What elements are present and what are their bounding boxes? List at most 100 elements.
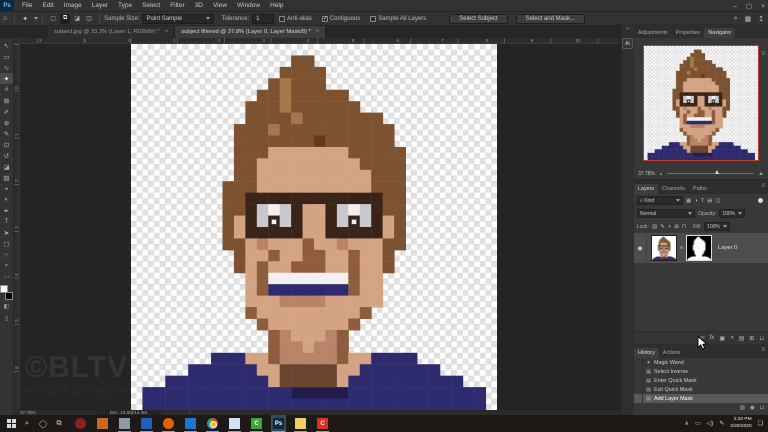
lock-pixels-icon[interactable]: ✎ (660, 224, 665, 230)
option-checkbox[interactable]: Sample All Layers (370, 15, 426, 22)
slider-thumb[interactable] (714, 170, 719, 174)
filter-pixel-layers-icon[interactable]: ▦ (686, 198, 691, 204)
app-orange-tile[interactable] (95, 415, 110, 432)
app-windows-gray[interactable] (117, 415, 132, 432)
panel-tab[interactable]: Adjustments (634, 28, 672, 38)
history-state-row[interactable]: ▤ Exit Quick Mask (634, 385, 768, 394)
lock-artboard-icon[interactable]: ⊞ (674, 224, 679, 230)
layer-filter-select[interactable]: ⌕ Kind (637, 196, 683, 205)
menu-item[interactable]: Select (137, 0, 165, 12)
new-layer-icon[interactable]: ⊞ (749, 335, 754, 342)
zoom-in-mountain-icon[interactable]: ▲ (758, 171, 764, 177)
move-tool[interactable]: ↖ (0, 40, 13, 51)
minimize-button[interactable]: – (733, 3, 737, 10)
panel-tab[interactable]: Channels (658, 184, 689, 194)
new-selection-mode[interactable]: ▢ (48, 14, 58, 24)
menu-item[interactable]: Type (113, 0, 137, 12)
layer-row[interactable]: ◉ ∞ Layer 0 (634, 233, 768, 263)
lasso-tool[interactable]: ∿ (0, 62, 13, 73)
filter-adjustment-layers-icon[interactable]: ◑ (694, 198, 697, 204)
new-adjustment-layer-icon[interactable]: ◑ (730, 335, 734, 341)
menu-item[interactable]: 3D (190, 0, 208, 12)
panel-tab[interactable]: History (634, 348, 659, 358)
option-checkbox[interactable]: Anti-alias (279, 15, 312, 22)
menu-item[interactable]: Filter (165, 0, 189, 12)
history-state-row[interactable]: ▤ Select Inverse (634, 367, 768, 376)
filter-smart-objects-icon[interactable]: ◫ (715, 198, 720, 204)
history-snapshot-gutter[interactable] (634, 394, 643, 403)
select-and-mask-button[interactable]: Select and Mask... (515, 13, 585, 24)
filter-shape-layers-icon[interactable]: ▤ (707, 198, 712, 204)
tray-chevron-icon[interactable]: ∧ (685, 420, 689, 427)
history-state-row[interactable]: ▤ Add Layer Mask (634, 394, 768, 403)
workspace-switcher-icon[interactable]: ▦ (745, 15, 752, 23)
eyedropper-tool[interactable]: ✐ (0, 106, 13, 117)
hand-tool[interactable]: ☞ (0, 249, 13, 260)
app-green-c[interactable]: C (249, 415, 264, 432)
layer-name[interactable]: Layer 0 (718, 245, 737, 251)
panel-tab[interactable]: Navigator (704, 28, 736, 38)
tolerance-input[interactable]: 1 (252, 13, 275, 24)
history-snapshot-gutter[interactable] (634, 376, 643, 385)
action-center-icon[interactable]: ❑ (758, 420, 763, 427)
tray-network-icon[interactable]: ▭ (695, 420, 701, 427)
history-state-row[interactable]: ✦ Magic Wand (634, 358, 768, 367)
menu-item[interactable]: Help (265, 0, 288, 12)
app-blue-tile[interactable] (139, 415, 154, 432)
history-brush-tool[interactable]: ↺ (0, 150, 13, 161)
app-red-c[interactable]: C (315, 415, 330, 432)
new-snapshot-icon[interactable]: ◉ (750, 405, 755, 411)
panel-tab[interactable]: Paths (689, 184, 711, 194)
option-checkbox[interactable]: Contiguous (321, 15, 360, 22)
blend-mode-select[interactable]: Normal (637, 209, 695, 218)
intersect-selection-mode[interactable]: ◫ (84, 14, 94, 24)
shape-tool[interactable]: ▢ (0, 238, 13, 249)
new-document-from-state-icon[interactable]: ▥ (740, 405, 745, 411)
magic-wand-preset-icon[interactable]: ✦ (19, 15, 31, 23)
app-photos[interactable] (227, 415, 242, 432)
dodge-tool[interactable]: ◐ (0, 194, 13, 205)
opacity-select[interactable]: 100% (719, 209, 746, 218)
frame-tool[interactable]: ⊠ (0, 95, 13, 106)
marquee-tool[interactable]: ▭ (0, 51, 13, 62)
menu-item[interactable]: Edit (37, 0, 58, 12)
navigator-zoom-value[interactable]: 37.78% (638, 171, 655, 177)
app-file-explorer[interactable] (293, 415, 308, 432)
fill-select[interactable]: 100% (704, 222, 730, 231)
mask-link-icon[interactable]: ∞ (677, 245, 686, 251)
panel-menu-icon[interactable]: ≡ (761, 183, 765, 189)
add-to-selection-mode[interactable]: ⧉ (60, 13, 71, 24)
layer-mask-thumbnail[interactable] (686, 235, 712, 261)
screen-mode-button[interactable]: ▯ (0, 313, 13, 324)
app-firefox[interactable] (161, 415, 176, 432)
document-tab[interactable]: subject.jpg @ 33.3% (Layer 1, RGB/8#) * … (48, 26, 176, 38)
task-view-icon[interactable]: ⧉ (51, 420, 67, 428)
edit-toolbar-button[interactable]: ⋯ (0, 271, 13, 282)
close-button[interactable]: × (761, 3, 765, 10)
panel-tab[interactable]: Actions (659, 348, 685, 358)
panel-menu-icon[interactable]: ≡ (761, 347, 765, 353)
zoom-out-mountain-icon[interactable]: ▲ (659, 171, 663, 176)
history-state-row[interactable]: ▤ Enter Quick Mask (634, 376, 768, 385)
tray-volume-icon[interactable]: ◁) (707, 420, 714, 427)
foreground-color-swatch[interactable] (0, 285, 8, 293)
layer-filter-toggle[interactable] (758, 198, 763, 203)
taskbar-clock[interactable]: 2:20 PM 2/29/2020 (730, 417, 751, 429)
eraser-tool[interactable]: ◪ (0, 161, 13, 172)
share-icon[interactable]: ↥ (758, 15, 764, 23)
gradient-tool[interactable]: ▨ (0, 172, 13, 183)
menu-item[interactable]: Window (232, 0, 265, 12)
lock-position-icon[interactable]: + (668, 224, 671, 230)
select-subject-button[interactable]: Select Subject (449, 13, 508, 24)
cortana-icon[interactable]: ◯ (35, 420, 51, 428)
start-button[interactable] (3, 419, 19, 428)
path-selection-tool[interactable]: ➤ (0, 227, 13, 238)
pen-tool[interactable]: ✒ (0, 205, 13, 216)
menu-item[interactable]: File (17, 0, 37, 12)
navigator-thumbnail[interactable] (643, 45, 759, 161)
menu-item[interactable]: Layer (87, 0, 113, 12)
panel-tab[interactable]: Properties (672, 28, 705, 38)
app-outlook[interactable] (183, 415, 198, 432)
magic-wand-tool[interactable]: ✦ (0, 73, 13, 84)
document-tab[interactable]: subject filtered @ 37.8% (Layer 0, Layer… (175, 26, 327, 38)
